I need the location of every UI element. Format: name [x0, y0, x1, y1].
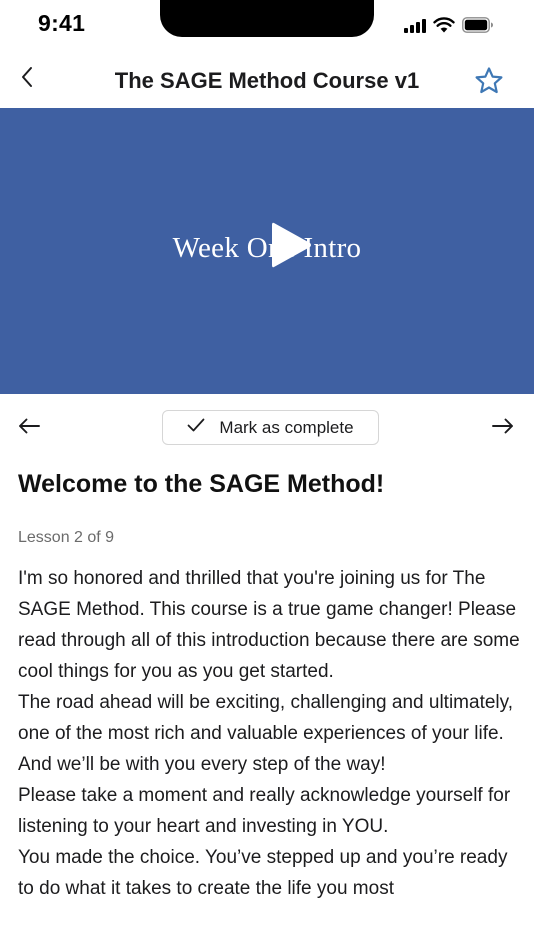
lesson-body: I'm so honored and thrilled that you're … [18, 563, 523, 904]
mark-complete-label: Mark as complete [219, 417, 354, 437]
lesson-paragraph: I'm so honored and thrilled that you're … [18, 568, 520, 682]
lesson-paragraph: The road ahead will be exciting, challen… [18, 692, 514, 775]
status-bar: 9:41 [0, 0, 534, 50]
cellular-signal-icon [404, 17, 426, 33]
arrow-left-icon [18, 418, 40, 439]
previous-lesson-button[interactable] [14, 414, 44, 442]
arrow-right-icon [492, 418, 514, 439]
lesson-navigation: Mark as complete [0, 394, 534, 462]
next-lesson-button[interactable] [488, 414, 518, 442]
favorite-button[interactable] [472, 66, 506, 100]
nav-bar: The SAGE Method Course v1 [0, 54, 534, 108]
wifi-icon [433, 17, 455, 33]
status-time: 9:41 [38, 10, 86, 36]
page-title: The SAGE Method Course v1 [114, 68, 420, 93]
checkmark-icon [187, 418, 205, 437]
video-title: Week One Intro [172, 232, 362, 264]
lesson-heading: Welcome to the SAGE Method! [18, 470, 385, 498]
star-outline-icon [474, 66, 504, 101]
play-icon[interactable] [270, 220, 312, 275]
mark-complete-button[interactable]: Mark as complete [162, 410, 379, 445]
status-icons [404, 15, 494, 35]
video-player[interactable]: Week One Intro [0, 108, 534, 394]
battery-icon [462, 17, 494, 33]
lesson-paragraph: Please take a moment and really acknowle… [18, 785, 511, 837]
lesson-counter: Lesson 2 of 9 [18, 529, 115, 546]
device-notch [160, 0, 374, 37]
lesson-paragraph: You made the choice. You’ve stepped up a… [18, 847, 508, 899]
